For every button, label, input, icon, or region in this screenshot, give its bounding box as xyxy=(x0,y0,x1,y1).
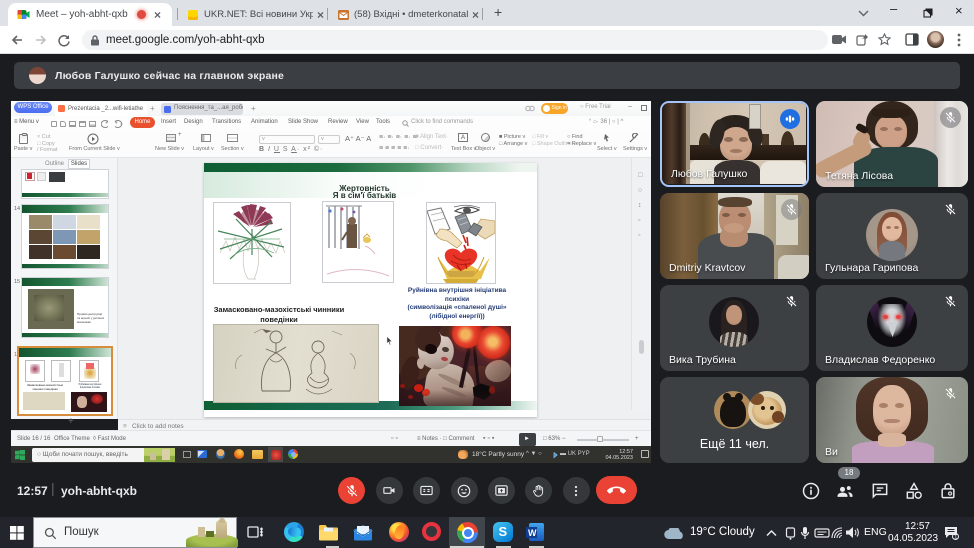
svg-text:1: 1 xyxy=(954,535,957,540)
